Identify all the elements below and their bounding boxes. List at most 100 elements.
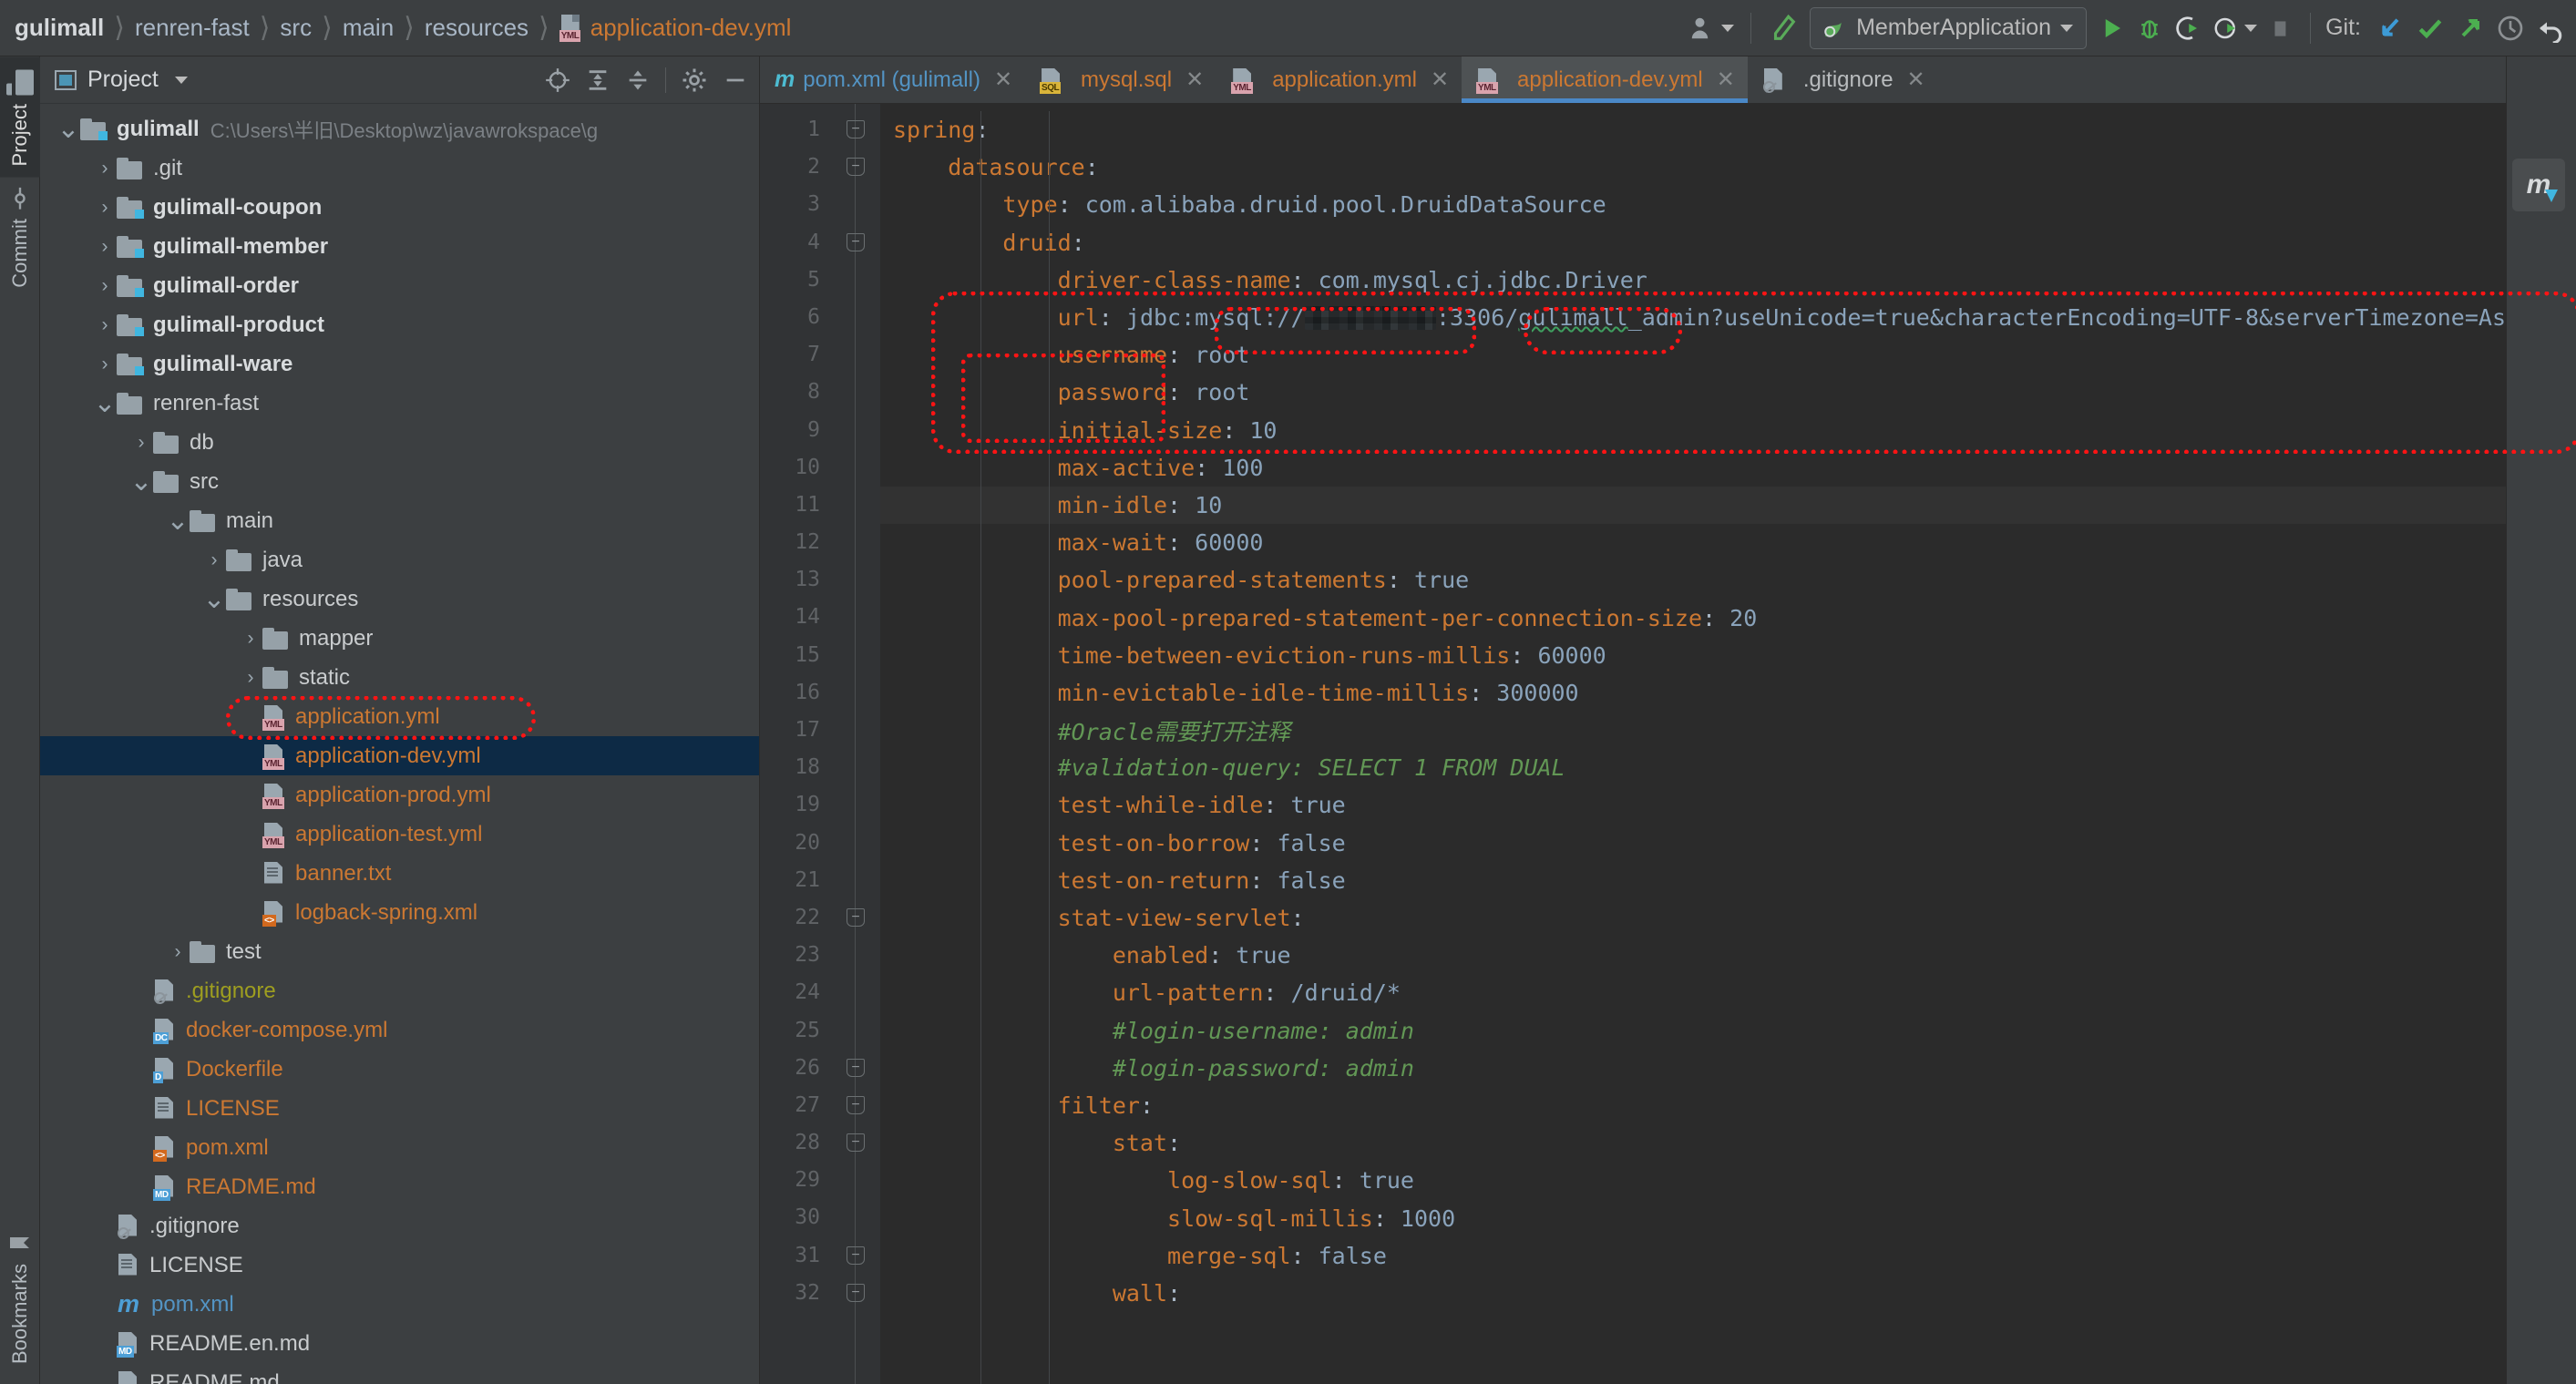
- settings-gear-icon[interactable]: [681, 67, 708, 94]
- chevron-right-icon[interactable]: ›: [93, 275, 117, 297]
- fold-toggle-icon[interactable]: −: [847, 908, 865, 928]
- tree-node-pom-xml[interactable]: m pom.xml: [40, 1285, 759, 1324]
- code-line[interactable]: url: jdbc:mysql://:3306/gulimall _admin?u…: [880, 299, 2506, 336]
- tree-node--gitignore[interactable]: .gitignore: [40, 971, 759, 1010]
- code-line[interactable]: #login-password: admin: [880, 1050, 2506, 1087]
- git-revert-icon[interactable]: [2530, 8, 2571, 48]
- tree-node-resources[interactable]: ⌄ resources: [40, 579, 759, 619]
- editor-tabs[interactable]: m pom.xml (gulimall) ✕ SQL mysql.sql ✕ YML appl…: [760, 56, 2506, 104]
- close-icon[interactable]: ✕: [1717, 67, 1735, 93]
- code-line[interactable]: min-idle: 10: [880, 486, 2506, 525]
- code-line[interactable]: spring:: [880, 111, 2506, 149]
- chevron-down-icon[interactable]: ⌄: [93, 389, 117, 416]
- code-line[interactable]: min-evictable-idle-time-millis: 300000: [880, 674, 2506, 712]
- editor-tab-application-dev-yml[interactable]: YML application-dev.yml ✕: [1462, 56, 1748, 103]
- breadcrumb-item-1[interactable]: renren-fast: [135, 14, 250, 42]
- hide-panel-icon[interactable]: [723, 67, 748, 93]
- code-line[interactable]: type: com.alibaba.druid.pool.DruidDataSo…: [880, 186, 2506, 223]
- fold-toggle-icon[interactable]: −: [847, 232, 865, 251]
- chevron-right-icon[interactable]: ›: [93, 197, 117, 219]
- chevron-right-icon[interactable]: ›: [166, 941, 190, 963]
- maven-tool-button[interactable]: m: [2512, 159, 2565, 211]
- code-line[interactable]: datasource:: [880, 149, 2506, 186]
- editor-tab--gitignore[interactable]: .gitignore ✕: [1748, 56, 1938, 103]
- fold-toggle-icon[interactable]: −: [847, 1096, 865, 1115]
- expand-all-icon[interactable]: [585, 67, 611, 93]
- code-line[interactable]: url-pattern: /druid/*: [880, 974, 2506, 1011]
- project-tree[interactable]: ⌄ gulimall C:\Users\半旧\Desktop\wz\javawrok…: [40, 104, 759, 1384]
- tree-node-gulimall-coupon[interactable]: › gulimall-coupon: [40, 188, 759, 227]
- code-line[interactable]: #Oracle需要打开注释: [880, 712, 2506, 749]
- collapse-all-icon[interactable]: [625, 67, 651, 93]
- tree-node-logback-spring-xml[interactable]: <> logback-spring.xml: [40, 893, 759, 932]
- code-viewport[interactable]: 1 2 3 4 5 6 7 8 9 10 11 12 13 14 15 16 17 18 19 20 21 22 23 24 2…: [760, 104, 2506, 1384]
- code-line[interactable]: username: root: [880, 336, 2506, 374]
- tree-node-renren-fast[interactable]: ⌄ renren-fast: [40, 384, 759, 423]
- fold-toggle-icon[interactable]: −: [847, 120, 865, 138]
- profiler-button[interactable]: [2207, 8, 2263, 48]
- code-line[interactable]: time-between-eviction-runs-millis: 60000: [880, 637, 2506, 674]
- code-line[interactable]: test-while-idle: true: [880, 786, 2506, 824]
- code-line[interactable]: enabled: true: [880, 937, 2506, 974]
- code-line[interactable]: merge-sql: false: [880, 1237, 2506, 1275]
- code-line[interactable]: max-pool-prepared-statement-per-connecti…: [880, 599, 2506, 636]
- tree-node-pom-xml[interactable]: <> pom.xml: [40, 1128, 759, 1167]
- code-line[interactable]: wall:: [880, 1275, 2506, 1312]
- tree-node-readme-en-md[interactable]: MD README.en.md: [40, 1324, 759, 1363]
- user-settings-icon[interactable]: [1683, 8, 1740, 48]
- sidebar-tab-bookmarks[interactable]: Bookmarks: [0, 1220, 40, 1375]
- code-line[interactable]: test-on-return: false: [880, 862, 2506, 899]
- tree-node-license[interactable]: LICENSE: [40, 1089, 759, 1128]
- tree-node-application-yml[interactable]: YML application.yml: [40, 697, 759, 736]
- code-line[interactable]: test-on-borrow: false: [880, 825, 2506, 862]
- tree-node-banner-txt[interactable]: banner.txt: [40, 854, 759, 893]
- tree-node-gulimall-ware[interactable]: › gulimall-ware: [40, 344, 759, 384]
- chevron-right-icon[interactable]: ›: [129, 432, 153, 454]
- code-line[interactable]: driver-class-name: com.mysql.cj.jdbc.Dri…: [880, 261, 2506, 299]
- sidebar-tab-project[interactable]: Project: [0, 56, 40, 178]
- tree-node-db[interactable]: › db: [40, 423, 759, 462]
- tree-node-application-test-yml[interactable]: YML application-test.yml: [40, 815, 759, 854]
- tree-node-docker-compose-yml[interactable]: DC docker-compose.yml: [40, 1010, 759, 1050]
- chevron-down-icon[interactable]: ⌄: [202, 585, 226, 612]
- tree-node-gulimall-product[interactable]: › gulimall-product: [40, 305, 759, 344]
- code-line[interactable]: druid:: [880, 224, 2506, 261]
- stop-button[interactable]: [2263, 8, 2299, 48]
- breadcrumb-item-0[interactable]: gulimall: [15, 14, 104, 42]
- tree-node-test[interactable]: › test: [40, 932, 759, 971]
- chevron-right-icon[interactable]: ›: [93, 354, 117, 375]
- chevron-right-icon[interactable]: ›: [202, 549, 226, 571]
- build-hammer-icon[interactable]: [1762, 8, 1804, 48]
- tree-node-src[interactable]: ⌄ src: [40, 462, 759, 501]
- chevron-right-icon[interactable]: ›: [93, 158, 117, 179]
- code-line[interactable]: max-active: 100: [880, 449, 2506, 487]
- close-icon[interactable]: ✕: [1185, 67, 1204, 93]
- close-icon[interactable]: ✕: [994, 67, 1012, 93]
- tree-node-static[interactable]: › static: [40, 658, 759, 697]
- code-line[interactable]: filter:: [880, 1087, 2506, 1124]
- code-line[interactable]: stat:: [880, 1124, 2506, 1162]
- breadcrumb-item-4[interactable]: resources: [425, 14, 529, 42]
- tree-node-main[interactable]: ⌄ main: [40, 501, 759, 540]
- tree-node--git[interactable]: › .git: [40, 149, 759, 188]
- fold-toggle-icon[interactable]: −: [847, 158, 865, 177]
- chevron-down-icon[interactable]: ⌄: [166, 507, 190, 534]
- tree-node-gulimall-member[interactable]: › gulimall-member: [40, 227, 759, 266]
- tree-node-gulimall[interactable]: ⌄ gulimall C:\Users\半旧\Desktop\wz\javawrok…: [40, 109, 759, 149]
- close-icon[interactable]: ✕: [1907, 67, 1925, 93]
- tree-node-java[interactable]: › java: [40, 540, 759, 579]
- chevron-down-icon[interactable]: ⌄: [129, 467, 153, 495]
- code-line[interactable]: stat-view-servlet:: [880, 899, 2506, 937]
- code-folding-gutter[interactable]: − − − − − − − − −: [833, 104, 880, 1384]
- code-line[interactable]: pool-prepared-statements: true: [880, 561, 2506, 599]
- locate-icon[interactable]: [545, 67, 570, 93]
- breadcrumb-item-2[interactable]: src: [280, 14, 312, 42]
- code-line[interactable]: initial-size: 10: [880, 412, 2506, 449]
- chevron-right-icon[interactable]: ›: [239, 628, 262, 650]
- code-content[interactable]: spring: datasource: type: com.alibaba.dr…: [880, 104, 2506, 1384]
- git-commit-icon[interactable]: [2410, 8, 2450, 48]
- chevron-right-icon[interactable]: ›: [239, 667, 262, 689]
- tree-node-application-prod-yml[interactable]: YML application-prod.yml: [40, 775, 759, 815]
- fold-toggle-icon[interactable]: −: [847, 1284, 865, 1303]
- code-line[interactable]: #validation-query: SELECT 1 FROM DUAL: [880, 749, 2506, 786]
